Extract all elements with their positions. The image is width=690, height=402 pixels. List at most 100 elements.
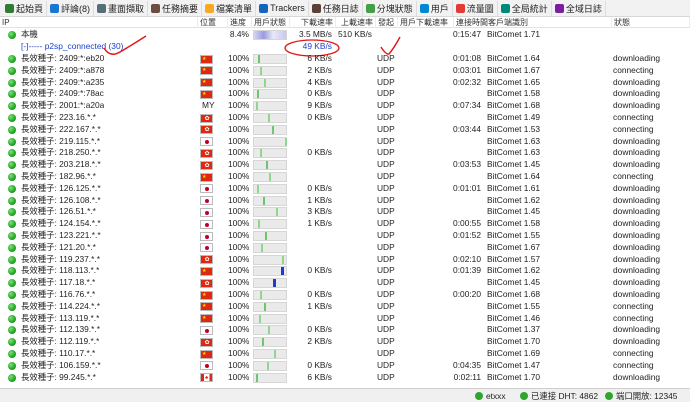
dht-icon	[520, 392, 528, 400]
peer-status: downloading	[613, 135, 661, 146]
peer-status-icon	[8, 196, 16, 205]
peer-protocol: UDP	[377, 171, 395, 181]
peer-connect-time	[450, 171, 481, 183]
peer-row[interactable]: 長效種子: 203.218.*.* ✿ 100% UDP 0:03:53 BitComet…	[0, 159, 690, 171]
peer-status-icon	[8, 173, 16, 181]
peer-row[interactable]: 長效種子: 223.16.*.* ✿ 100% 0 KB/s UDP BitComet 1…	[0, 112, 690, 124]
peer-download-rate	[290, 348, 332, 360]
peer-row[interactable]: 長效種子: 2409:*:a878 ★ 100% 2 KB/s UDP 0:03:01 Bi…	[0, 65, 690, 77]
peer-ip: 長效種子: 2409:*:a878	[21, 64, 105, 75]
peer-client: BitComet 1.45	[487, 159, 541, 170]
dht-status[interactable]: 已連接 DHT: 4862	[520, 390, 598, 402]
peer-row[interactable]: 長效種子: 182.96.*.* ★ 100% UDP BitComet 1.64 con…	[0, 171, 690, 183]
peer-progress: 100%	[228, 289, 250, 299]
peer-status-icon	[8, 90, 16, 99]
peer-row[interactable]: 長效種子: 116.76.*.* ★ 100% 0 KB/s UDP 0:00:20 Bit…	[0, 289, 690, 301]
country-flag-icon: ✿	[200, 148, 213, 158]
peer-row[interactable]: 長效種子: 126.125.*.* 100% 0 KB/s UDP 0:01:01 Bit…	[0, 183, 690, 195]
peer-row[interactable]: 長效種子: 114.224.*.* ★ 100% 1 KB/s UDP BitComet …	[0, 301, 690, 313]
peer-state-bar	[253, 337, 287, 348]
peer-row[interactable]: 長效種子: 2001:*:a20a MY 100% 9 KB/s UDP 0:07:34 B…	[0, 100, 690, 112]
peer-row[interactable]: 長效種子: 113.119.*.* ★ 100% UDP BitComet 1.46 co…	[0, 313, 690, 325]
peer-row[interactable]: 長效種子: 218.250.*.* ✿ 100% 0 KB/s UDP BitComet …	[0, 147, 690, 159]
peer-protocol: UDP	[377, 359, 395, 370]
peer-protocol: UDP	[377, 241, 395, 252]
country-flag-icon	[200, 207, 213, 217]
peer-row[interactable]: 長效種子: 117.18.*.* ✿ 100% UDP BitComet 1.45 dow…	[0, 277, 690, 289]
peer-download-rate	[290, 159, 332, 171]
port-icon	[605, 392, 613, 400]
peer-state-bar	[253, 54, 287, 64]
peer-ip: 長效種子: 219.115.*.*	[21, 135, 100, 146]
peer-progress: 100%	[228, 348, 250, 358]
peer-status-icon	[8, 302, 16, 311]
peer-ip: 長效種子: 110.17.*.*	[21, 348, 96, 358]
peer-row[interactable]: 長效種子: 110.17.*.* ★ 100% UDP BitComet 1.69 con…	[0, 348, 690, 360]
peer-progress: 100%	[228, 253, 250, 264]
country-flag-icon: ★	[200, 78, 213, 88]
peer-row[interactable]: 長效種子: 126.51.*.* 100% 3 KB/s UDP BitComet 1.…	[0, 206, 690, 218]
country-flag-icon	[200, 196, 213, 206]
peer-status: downloading	[613, 100, 661, 111]
peer-status-icon	[8, 314, 16, 323]
country-flag-icon: ★	[200, 172, 213, 182]
peer-status-icon	[8, 279, 16, 288]
user-status[interactable]: etxxx	[475, 390, 506, 402]
peer-row[interactable]: 長效種子: 121.20.*.* 100% UDP BitComet 1.67 down…	[0, 242, 690, 254]
peer-status: downloading	[613, 289, 661, 299]
peer-download-rate: 6 KB/s	[307, 371, 332, 382]
peer-row[interactable]: 長效種子: 2409:*:78ac ★ 100% 0 KB/s UDP BitComet …	[0, 88, 690, 100]
peer-status-icon	[8, 55, 16, 63]
peer-download-rate: 3 KB/s	[307, 206, 332, 217]
port-status[interactable]: 端口開放: 12345	[605, 390, 677, 402]
peer-status-icon	[8, 125, 16, 134]
peer-progress: 100%	[228, 312, 250, 323]
user-name: etxxx	[486, 391, 506, 401]
peer-status: connecting	[613, 300, 654, 311]
peer-state-bar	[253, 242, 287, 253]
country-flag-icon: ✿	[200, 160, 213, 170]
peer-state-bar	[253, 207, 287, 218]
peer-connect-time	[450, 195, 481, 207]
peer-row[interactable]: 長效種子: 106.159.*.* 100% 0 KB/s UDP 0:04:35 Bit…	[0, 360, 690, 372]
peer-row[interactable]: 長效種子: 118.113.*.* ★ 100% 0 KB/s UDP 0:01:39 Bi…	[0, 265, 690, 277]
peer-connect-time: 0:03:53	[453, 159, 481, 170]
peer-state-bar	[253, 101, 287, 112]
peer-protocol: UDP	[377, 159, 395, 170]
peer-status: downloading	[613, 88, 661, 99]
peer-status: downloading	[613, 218, 661, 229]
peer-row[interactable]: 長效種子: 99.245.*.* ♣ 100% 6 KB/s UDP 0:02:11 Bit…	[0, 372, 690, 384]
peer-client: BitComet 1.70	[487, 371, 541, 382]
peer-progress: 100%	[228, 64, 250, 75]
peer-row[interactable]: 長效種子: 112.139.*.* 100% 0 KB/s UDP BitComet 1…	[0, 324, 690, 336]
peer-row[interactable]: 長效種子: 222.167.*.* ✿ 100% UDP 0:03:44 BitComet…	[0, 124, 690, 136]
peer-row[interactable]: 長效種子: 123.221.*.* 100% UDP 0:01:52 BitComet …	[0, 230, 690, 242]
peer-ip: 長效種子: 2409:*:a235	[21, 76, 105, 87]
peer-status: connecting	[613, 359, 654, 370]
peer-progress: 100%	[228, 218, 250, 229]
peer-row[interactable]: 長效種子: 2409:*:eb20 ★ 100% 6 KB/s UDP 0:01:08 Bi…	[0, 53, 690, 65]
country-flag-icon: ★	[200, 54, 213, 64]
country-flag-icon: ★	[200, 89, 213, 99]
peer-state-bar	[253, 148, 287, 159]
peer-row[interactable]: 長效種子: 124.154.*.* 100% 1 KB/s UDP 0:00:55 Bit…	[0, 218, 690, 230]
peer-row[interactable]: 長效種子: 219.115.*.* 100% UDP BitComet 1.63 dow…	[0, 136, 690, 148]
peer-protocol: UDP	[377, 194, 395, 205]
peer-row[interactable]: 長效種子: 112.119.*.* ✿ 100% 2 KB/s UDP BitComet …	[0, 336, 690, 348]
peer-download-rate: 1 KB/s	[307, 300, 332, 311]
peer-protocol: UDP	[377, 64, 395, 75]
peer-protocol: UDP	[377, 88, 395, 99]
peer-connect-time: 0:00:55	[453, 218, 481, 229]
peer-state-bar	[253, 325, 287, 336]
peer-connect-time: 0:02:10	[453, 253, 481, 264]
peer-client: BitComet 1.45	[487, 206, 541, 217]
peer-protocol: UDP	[377, 123, 395, 134]
peer-state-bar	[253, 183, 287, 194]
peer-state-bar	[253, 278, 287, 289]
peer-row[interactable]: 長效種子: 119.237.*.* ✿ 100% UDP 0:02:10 BitComet…	[0, 254, 690, 266]
peer-row[interactable]: 長效種子: 2409:*:a235 ★ 100% 4 KB/s UDP 0:02:32 Bi…	[0, 77, 690, 89]
peer-state-bar	[253, 360, 287, 371]
peer-status-icon	[8, 361, 16, 370]
peer-row[interactable]: 長效種子: 126.108.*.* 100% 1 KB/s UDP BitComet 1…	[0, 195, 690, 207]
peer-status-icon	[8, 102, 16, 111]
